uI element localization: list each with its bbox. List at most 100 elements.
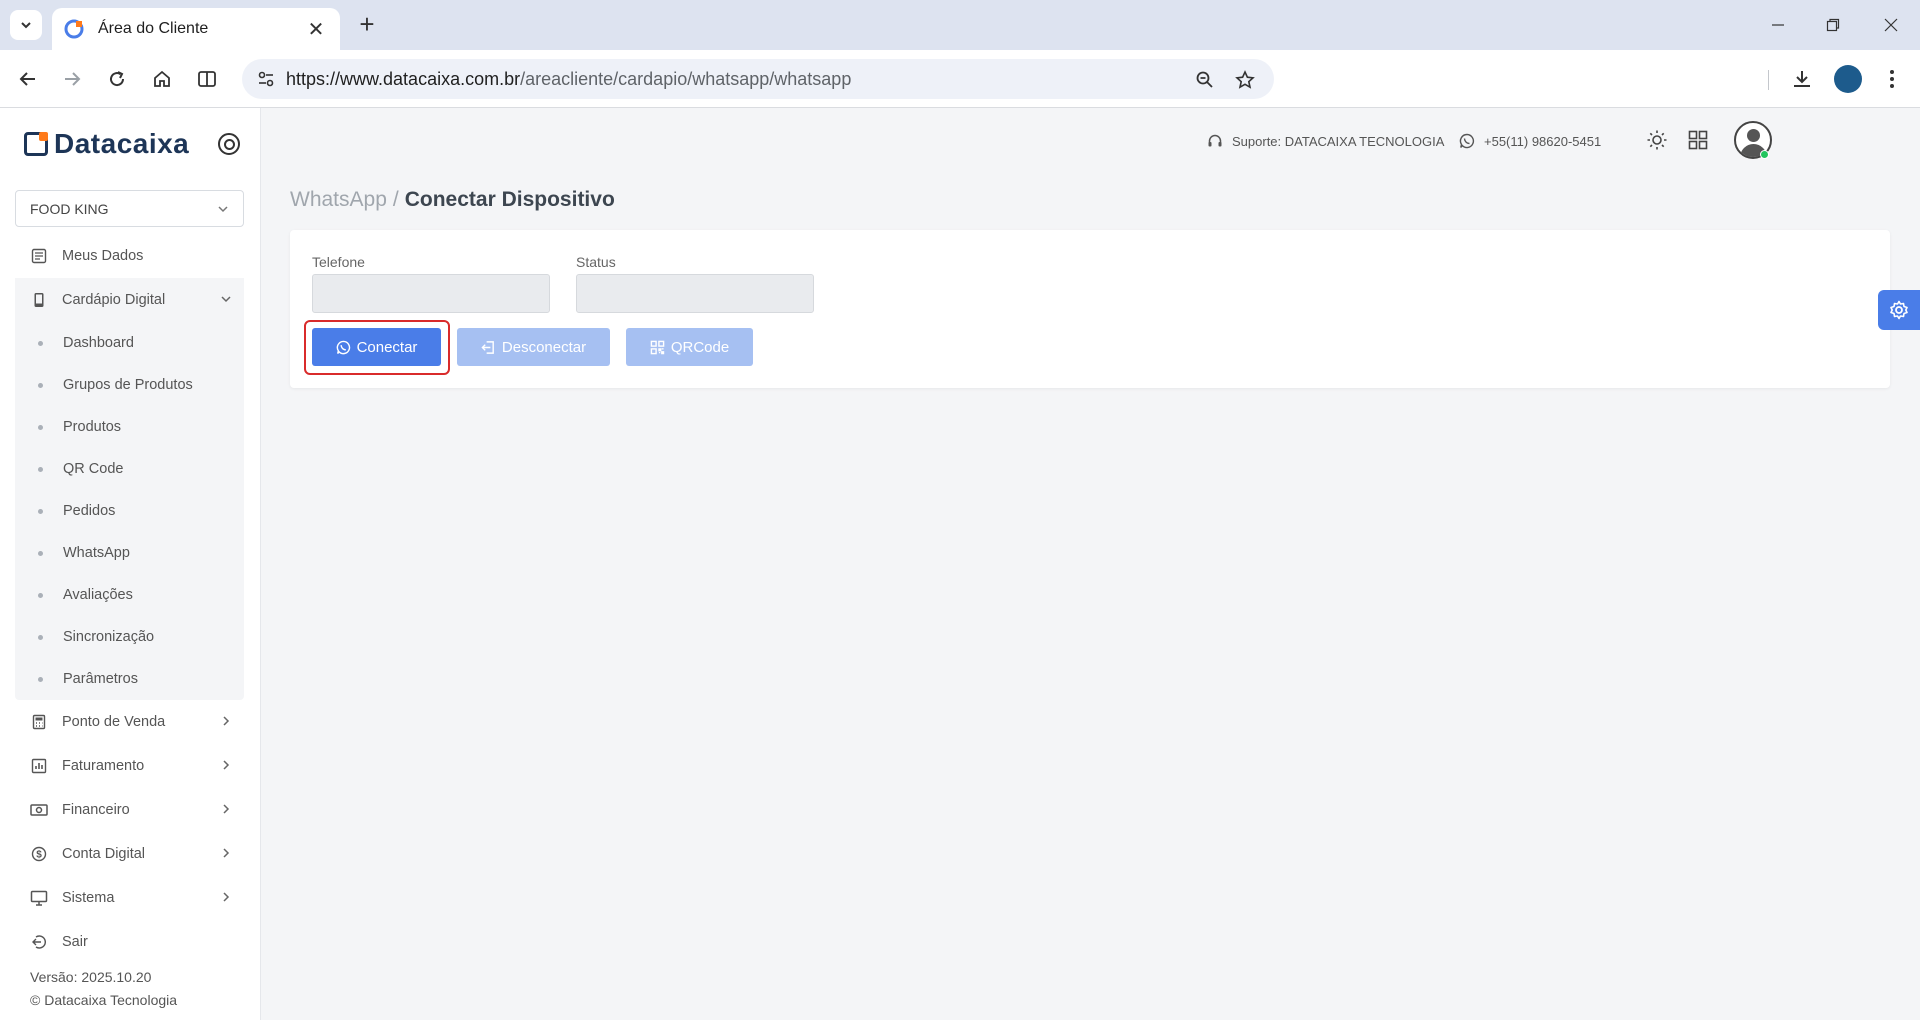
- sidebar-item-label: Financeiro: [62, 802, 130, 818]
- browser-tab-active[interactable]: Área do Cliente ✕: [52, 8, 340, 50]
- svg-text:$: $: [36, 850, 42, 861]
- site-settings-icon[interactable]: [256, 69, 276, 89]
- conectar-button[interactable]: Conectar: [312, 328, 441, 366]
- floating-settings-button[interactable]: [1878, 290, 1920, 330]
- star-icon: [1235, 70, 1255, 89]
- sidebar-item-conta-digital[interactable]: $ Conta Digital: [15, 832, 244, 876]
- downloads-button[interactable]: [1786, 63, 1818, 95]
- sidebar-item-ponto-de-venda[interactable]: Ponto de Venda: [15, 700, 244, 744]
- restore-button[interactable]: [1810, 8, 1856, 42]
- sidebar-item-faturamento[interactable]: Faturamento: [15, 744, 244, 788]
- sidebar-item-sair[interactable]: Sair: [15, 920, 244, 964]
- version-info: Versão: 2025.10.20 © Datacaixa Tecnologi…: [30, 966, 177, 1012]
- submenu-item-qr-code[interactable]: QR Code: [15, 448, 244, 490]
- minimize-icon: [1772, 24, 1784, 26]
- home-button[interactable]: [146, 63, 178, 95]
- split-view-button[interactable]: [191, 63, 223, 95]
- chevron-down-icon: [221, 296, 231, 303]
- submenu-item-pedidos[interactable]: Pedidos: [15, 490, 244, 532]
- zoom-button[interactable]: [1192, 67, 1218, 93]
- whatsapp-icon: [1458, 132, 1476, 150]
- sidebar-item-label: Meus Dados: [62, 248, 144, 264]
- sidebar-menu: Meus Dados Cardápio Digital Dashboard Gr…: [15, 234, 244, 964]
- whatsapp-icon: [336, 340, 351, 355]
- sidebar-item-meus-dados[interactable]: Meus Dados: [15, 234, 244, 278]
- submenu-item-whatsapp[interactable]: WhatsApp: [15, 532, 244, 574]
- status-label: Status: [576, 254, 616, 270]
- url-host: https://www.datacaixa.com.br: [286, 69, 521, 89]
- back-button[interactable]: [12, 63, 44, 95]
- copyright-text: © Datacaixa Tecnologia: [30, 992, 178, 1008]
- submenu-item-grupos-de-produtos[interactable]: Grupos de Produtos: [15, 364, 244, 406]
- bullet-icon: [38, 382, 43, 388]
- sun-icon: [1647, 130, 1667, 150]
- qrcode-icon: [650, 340, 665, 355]
- restore-icon: [1826, 18, 1840, 32]
- support-text: Suporte: DATACAIXA TECNOLOGIA: [1232, 133, 1445, 149]
- sidebar-item-label: Cardápio Digital: [62, 292, 166, 308]
- submenu-label: QR Code: [63, 461, 124, 477]
- sidebar-item-financeiro[interactable]: Financeiro: [15, 788, 244, 832]
- support-info: Suporte: DATACAIXA TECNOLOGIA: [1206, 132, 1444, 150]
- submenu-item-sincronizacao[interactable]: Sincronização: [15, 616, 244, 658]
- bullet-icon: [38, 592, 43, 598]
- desconectar-label: Desconectar: [501, 338, 587, 356]
- tab-search-button[interactable]: [10, 10, 42, 40]
- tab-close-icon[interactable]: ✕: [304, 17, 328, 42]
- minimize-button[interactable]: [1755, 8, 1801, 42]
- close-icon: [1884, 18, 1898, 32]
- company-select-value: FOOD KING: [30, 200, 109, 217]
- theme-toggle-button[interactable]: [1645, 128, 1669, 152]
- bullet-icon: [38, 340, 43, 346]
- company-select[interactable]: FOOD KING: [15, 190, 244, 227]
- telefone-label: Telefone: [312, 254, 365, 270]
- submenu-label: Grupos de Produtos: [63, 377, 193, 393]
- bullet-icon: [38, 508, 43, 514]
- new-tab-button[interactable]: +: [352, 10, 382, 40]
- phone-icon: [30, 291, 48, 309]
- page-title: Conectar Dispositivo: [404, 188, 615, 211]
- breadcrumb: WhatsApp / Conectar Dispositivo: [290, 188, 615, 212]
- sidebar-item-cardapio-digital[interactable]: Cardápio Digital: [15, 278, 244, 322]
- sidebar-item-label: Conta Digital: [62, 846, 146, 862]
- conectar-label: Conectar: [356, 338, 418, 356]
- submenu-item-produtos[interactable]: Produtos: [15, 406, 244, 448]
- logout-icon: [481, 340, 496, 355]
- desconectar-button[interactable]: Desconectar: [457, 328, 610, 366]
- arrow-left-icon: [19, 72, 35, 86]
- submenu-item-avaliacoes[interactable]: Avaliações: [15, 574, 244, 616]
- status-input[interactable]: [576, 274, 814, 313]
- browser-menu-button[interactable]: [1876, 63, 1908, 95]
- apps-grid-button[interactable]: [1686, 128, 1710, 152]
- submenu-item-parametros[interactable]: Parâmetros: [15, 658, 244, 700]
- sidebar-toggle-button[interactable]: [218, 133, 240, 155]
- bullet-icon: [38, 466, 43, 472]
- monitor-icon: [30, 889, 48, 907]
- telefone-input[interactable]: [312, 274, 550, 313]
- headset-icon: [1206, 132, 1224, 150]
- submenu-item-dashboard[interactable]: Dashboard: [15, 322, 244, 364]
- reload-icon: [110, 71, 125, 87]
- url-path: /areacliente/cardapio/whatsapp/whatsapp: [520, 69, 852, 89]
- browser-profile-avatar[interactable]: [1834, 65, 1862, 93]
- logout-icon: [30, 933, 48, 951]
- datacaixa-logo[interactable]: Datacaixa: [24, 128, 189, 160]
- submenu-label: Sincronização: [63, 629, 155, 645]
- close-window-button[interactable]: [1868, 8, 1914, 42]
- chevron-right-icon: [223, 804, 230, 814]
- bullet-icon: [38, 550, 43, 556]
- phone-info[interactable]: +55(11) 98620-5451: [1458, 132, 1601, 150]
- forward-button[interactable]: [56, 63, 88, 95]
- chevron-right-icon: [223, 848, 230, 858]
- chevron-right-icon: [223, 760, 230, 770]
- connect-device-card: Telefone Status Conectar Desconectar QRC…: [290, 230, 1890, 388]
- datacaixa-favicon-icon: [64, 19, 84, 39]
- address-bar[interactable]: https://www.datacaixa.com.br/areacliente…: [242, 59, 1274, 99]
- cardapio-digital-group: Cardápio Digital Dashboard Grupos de Pro…: [15, 278, 244, 700]
- sidebar-item-sistema[interactable]: Sistema: [15, 876, 244, 920]
- bookmark-button[interactable]: [1232, 67, 1258, 93]
- reload-button[interactable]: [101, 63, 133, 95]
- logo-text: Datacaixa: [54, 128, 190, 159]
- qrcode-button[interactable]: QRCode: [626, 328, 753, 366]
- breadcrumb-parent[interactable]: WhatsApp: [290, 188, 387, 211]
